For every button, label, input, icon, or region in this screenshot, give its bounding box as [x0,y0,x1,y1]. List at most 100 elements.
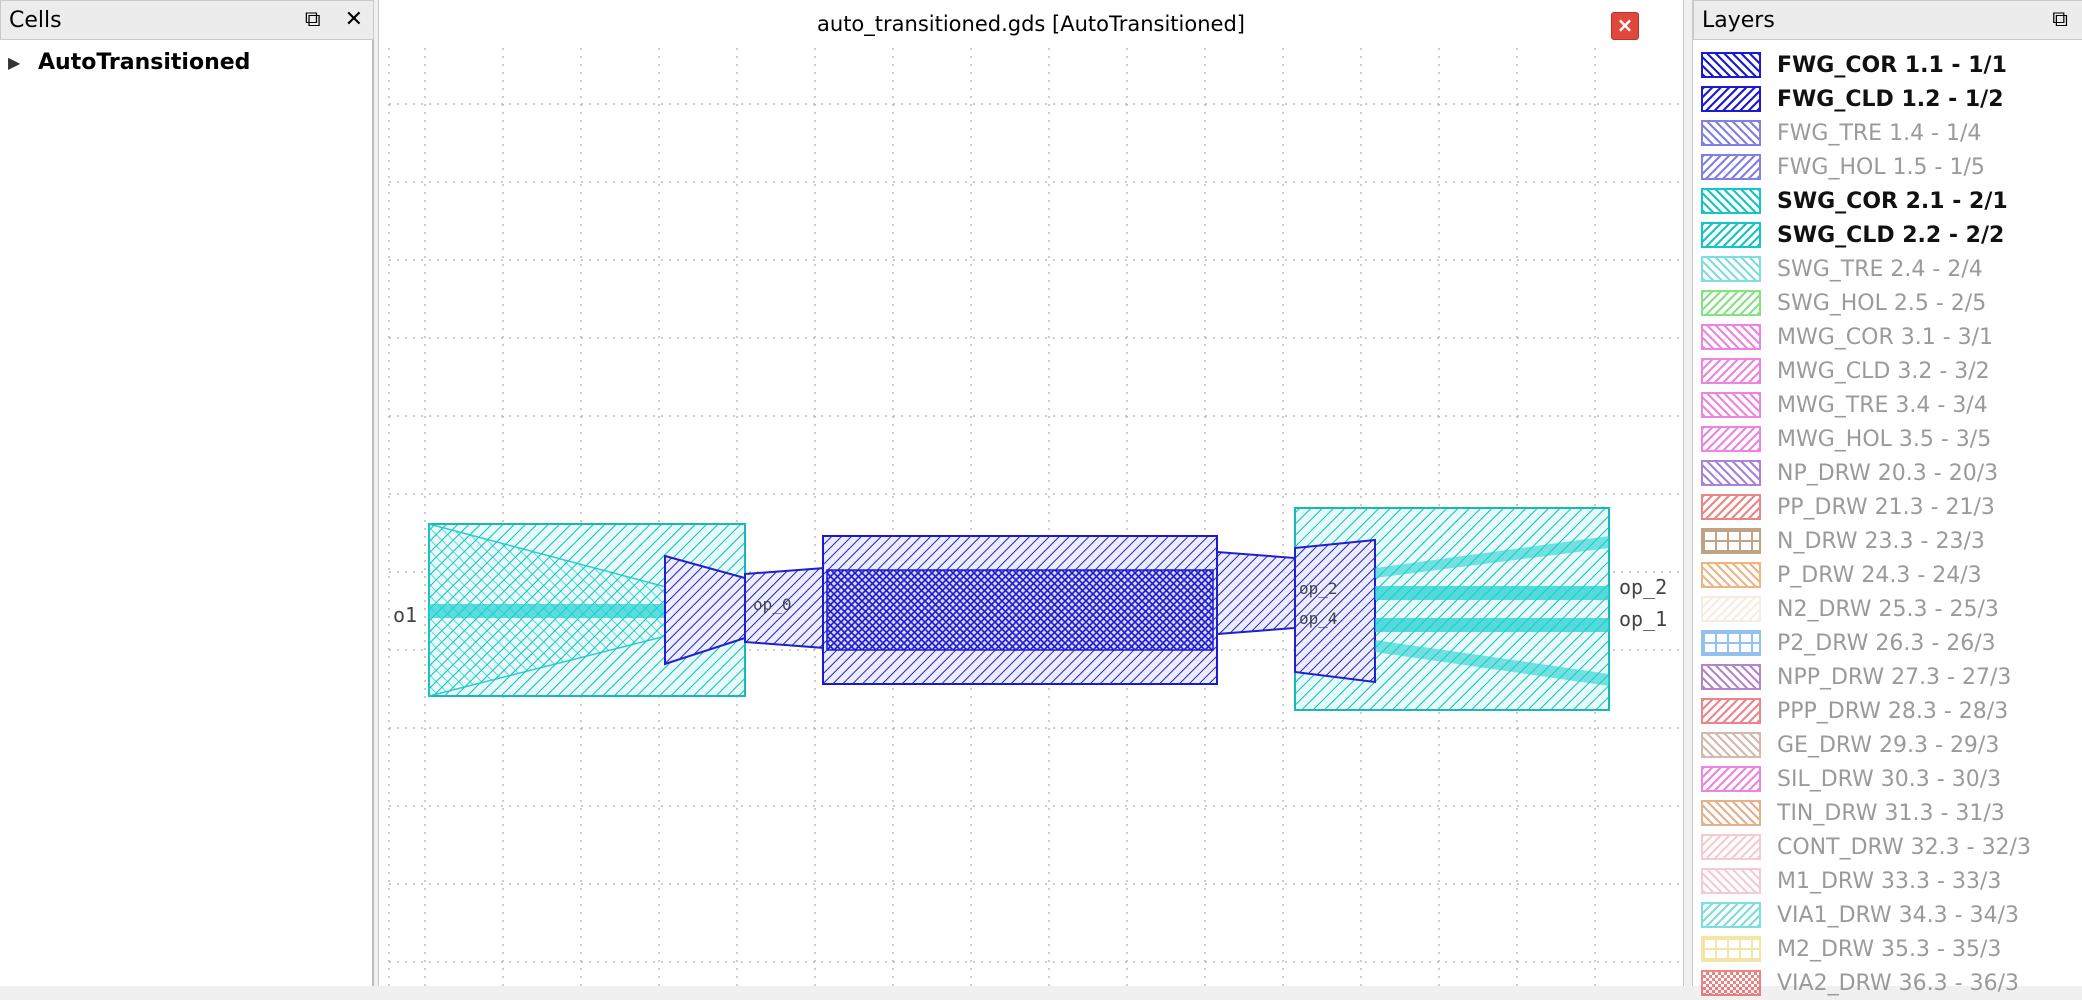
layer-row[interactable]: FWG_CLD 1.2 - 1/2 [1701,82,2031,116]
layers-panel: Layers ⧉ FWG_COR 1.1 - 1/1 FWG_CLD 1.2 - … [1692,0,2082,996]
layer-name: SWG_TRE 2.4 - 2/4 [1777,256,1983,282]
layer-name: P2_DRW 26.3 - 26/3 [1777,630,1996,656]
layer-name: VIA2_DRW 36.3 - 36/3 [1777,970,2019,996]
layer-swatch[interactable] [1701,222,1761,248]
layer-name: SIL_DRW 30.3 - 30/3 [1777,766,2002,792]
layer-row[interactable]: MWG_TRE 3.4 - 3/4 [1701,388,2031,422]
layer-swatch[interactable] [1701,86,1761,112]
layer-swatch[interactable] [1701,630,1761,656]
left-swg-region[interactable] [428,523,746,697]
layer-row[interactable]: FWG_TRE 1.4 - 1/4 [1701,116,2031,150]
layout-canvas[interactable]: o1 op_2 op_1 op_0 op_2 op_4 [379,48,1683,986]
cell-name: AutoTransitioned [38,50,251,75]
port-label-right-bottom: op_1 [1619,607,1667,631]
layer-row[interactable]: MWG_CLD 3.2 - 3/2 [1701,354,2031,388]
layer-swatch[interactable] [1701,358,1761,384]
cells-panel-title: Cells [9,7,62,33]
cell-tree-item[interactable]: ▶ AutoTransitioned [8,50,250,75]
layer-row[interactable]: VIA1_DRW 34.3 - 34/3 [1701,898,2031,932]
layer-swatch[interactable] [1701,392,1761,418]
layer-swatch[interactable] [1701,936,1761,962]
layer-swatch[interactable] [1701,902,1761,928]
layer-row[interactable]: SWG_CLD 2.2 - 2/2 [1701,218,2031,252]
port-label-mid-left: op_0 [753,595,792,614]
layer-name: N_DRW 23.3 - 23/3 [1777,528,1985,554]
close-view-button[interactable]: × [1611,12,1639,40]
port-label-mid-right-1: op_2 [1299,579,1338,598]
layer-swatch[interactable] [1701,528,1761,554]
layer-row[interactable]: TIN_DRW 31.3 - 31/3 [1701,796,2031,830]
layer-name: NPP_DRW 27.3 - 27/3 [1777,664,2012,690]
layer-row[interactable]: M1_DRW 33.3 - 33/3 [1701,864,2031,898]
layer-swatch[interactable] [1701,256,1761,282]
layer-swatch[interactable] [1701,800,1761,826]
layer-name: FWG_HOL 1.5 - 1/5 [1777,154,1985,180]
port-label-right-top: op_2 [1619,575,1667,599]
layer-swatch[interactable] [1701,766,1761,792]
layer-row[interactable]: SIL_DRW 30.3 - 30/3 [1701,762,2031,796]
port-label-left: o1 [393,603,417,627]
layers-panel-title: Layers [1702,7,1775,33]
layer-swatch[interactable] [1701,834,1761,860]
layer-name: SWG_HOL 2.5 - 2/5 [1777,290,1987,316]
layer-row[interactable]: M2_DRW 35.3 - 35/3 [1701,932,2031,966]
layer-name: FWG_CLD 1.2 - 1/2 [1777,86,2004,112]
layer-swatch[interactable] [1701,324,1761,350]
cells-panel-header: Cells ⧉ ✕ [0,0,374,40]
layer-swatch[interactable] [1701,562,1761,588]
layer-name: MWG_TRE 3.4 - 3/4 [1777,392,1988,418]
layer-row[interactable]: SWG_COR 2.1 - 2/1 [1701,184,2031,218]
layer-row[interactable]: SWG_TRE 2.4 - 2/4 [1701,252,2031,286]
layer-swatch[interactable] [1701,596,1761,622]
layer-name: P_DRW 24.3 - 24/3 [1777,562,1982,588]
layer-swatch[interactable] [1701,426,1761,452]
layer-row[interactable]: SWG_HOL 2.5 - 2/5 [1701,286,2031,320]
layer-name: PP_DRW 21.3 - 21/3 [1777,494,1995,520]
layer-swatch[interactable] [1701,494,1761,520]
center-fwg-region[interactable] [822,535,1218,685]
layer-row[interactable]: P_DRW 24.3 - 24/3 [1701,558,2031,592]
right-taper[interactable] [1216,550,1296,636]
layer-swatch[interactable] [1701,698,1761,724]
float-panel-icon[interactable]: ⧉ [305,7,321,33]
layer-row[interactable]: PPP_DRW 28.3 - 28/3 [1701,694,2031,728]
layer-swatch[interactable] [1701,188,1761,214]
layer-name: M2_DRW 35.3 - 35/3 [1777,936,2002,962]
close-panel-icon[interactable]: ✕ [345,7,363,33]
layer-row[interactable]: N_DRW 23.3 - 23/3 [1701,524,2031,558]
layer-row[interactable]: MWG_HOL 3.5 - 3/5 [1701,422,2031,456]
layer-name: FWG_TRE 1.4 - 1/4 [1777,120,1982,146]
layer-name: CONT_DRW 32.3 - 32/3 [1777,834,2031,860]
right-swg-region[interactable] [1294,507,1610,711]
cells-panel: Cells ⧉ ✕ ▶ AutoTransitioned [0,0,374,986]
layer-name: FWG_COR 1.1 - 1/1 [1777,52,2007,78]
layer-swatch[interactable] [1701,460,1761,486]
layer-name: PPP_DRW 28.3 - 28/3 [1777,698,2009,724]
layer-row[interactable]: FWG_COR 1.1 - 1/1 [1701,48,2031,82]
view-tab-title: auto_transitioned.gds [AutoTransitioned]… [379,0,1683,48]
layer-swatch[interactable] [1701,52,1761,78]
layer-row[interactable]: NP_DRW 20.3 - 20/3 [1701,456,2031,490]
float-panel-icon[interactable]: ⧉ [2052,7,2068,33]
expand-arrow-icon[interactable]: ▶ [8,53,38,72]
layer-name: SWG_COR 2.1 - 2/1 [1777,188,2008,214]
layer-row[interactable]: P2_DRW 26.3 - 26/3 [1701,626,2031,660]
layer-row[interactable]: CONT_DRW 32.3 - 32/3 [1701,830,2031,864]
layer-swatch[interactable] [1701,732,1761,758]
layer-swatch[interactable] [1701,290,1761,316]
layer-row[interactable]: N2_DRW 25.3 - 25/3 [1701,592,2031,626]
layout-view[interactable]: auto_transitioned.gds [AutoTransitioned]… [378,0,1684,986]
layer-swatch[interactable] [1701,120,1761,146]
layer-row[interactable]: NPP_DRW 27.3 - 27/3 [1701,660,2031,694]
layer-swatch[interactable] [1701,970,1761,996]
layer-row[interactable]: PP_DRW 21.3 - 21/3 [1701,490,2031,524]
port-label-mid-right-2: op_4 [1299,609,1338,628]
layer-swatch[interactable] [1701,868,1761,894]
layer-row[interactable]: MWG_COR 3.1 - 3/1 [1701,320,2031,354]
layer-swatch[interactable] [1701,154,1761,180]
layer-row[interactable]: VIA2_DRW 36.3 - 36/3 [1701,966,2031,1000]
layer-swatch[interactable] [1701,664,1761,690]
layer-row[interactable]: FWG_HOL 1.5 - 1/5 [1701,150,2031,184]
layer-name: N2_DRW 25.3 - 25/3 [1777,596,1999,622]
layer-row[interactable]: GE_DRW 29.3 - 29/3 [1701,728,2031,762]
